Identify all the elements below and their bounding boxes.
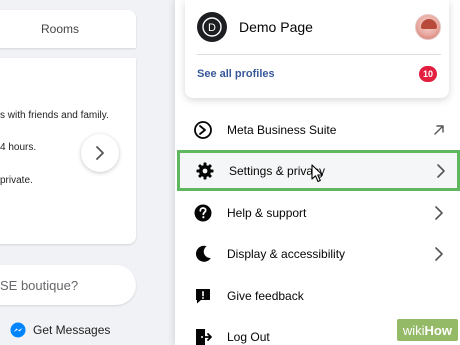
user-avatar[interactable] [415,14,441,40]
chevron-right-icon [432,205,446,220]
menu-item-label: Meta Business Suite [227,122,337,137]
rooms-text-line: private. [0,175,33,186]
watermark-part1: wiki [402,322,425,338]
see-all-profiles-link[interactable]: See all profiles [197,68,275,80]
profile-row[interactable]: D Demo Page [197,10,441,44]
wikihow-watermark: wiki How [396,319,458,341]
get-messages-label: Get Messages [33,323,111,337]
menu-item-meta-business-suite[interactable]: Meta Business Suite [175,109,460,150]
logout-icon [193,327,213,345]
profile-card: D Demo Page See all profiles 10 [185,0,449,98]
rooms-panel: s with friends and family. 4 hours. priv… [0,58,136,244]
chevron-right-icon [432,246,446,261]
search-text: SE boutique? [0,277,79,293]
profile-name: Demo Page [239,19,313,35]
get-messages-link[interactable]: Get Messages [10,322,110,338]
chevron-right-icon [96,146,104,160]
moon-icon [193,244,213,264]
messenger-icon [10,322,26,338]
marketplace-search[interactable]: SE boutique? [0,265,136,305]
gear-icon [195,161,215,181]
left-background: Rooms s with friends and family. 4 hours… [0,0,180,345]
rooms-next-button[interactable] [81,134,119,172]
rooms-text-line: s with friends and family. [0,110,109,121]
rooms-title: Rooms [40,22,79,36]
menu-item-help-support[interactable]: Help & support [175,192,460,233]
rooms-tab[interactable]: Rooms [0,10,136,48]
menu-item-label: Display & accessibility [227,246,346,261]
divider [197,54,441,55]
watermark-part2: How [424,322,452,338]
question-icon [193,203,213,223]
menu-item-label: Give feedback [227,288,304,303]
mouse-cursor-icon [311,164,324,183]
menu-item-label: Log Out [227,329,270,344]
notification-badge: 10 [418,66,437,82]
chevron-right-icon [434,163,448,178]
svg-text:D: D [208,22,216,34]
meta-business-icon [193,120,213,140]
feedback-icon [193,286,213,306]
menu-item-label: Help & support [227,205,307,220]
menu-item-display-accessibility[interactable]: Display & accessibility [175,233,460,274]
rooms-text-line: 4 hours. [0,142,37,153]
external-link-arrow-icon [432,123,446,137]
menu-item-give-feedback[interactable]: Give feedback [175,275,460,316]
page-logo-icon: D [197,12,227,42]
